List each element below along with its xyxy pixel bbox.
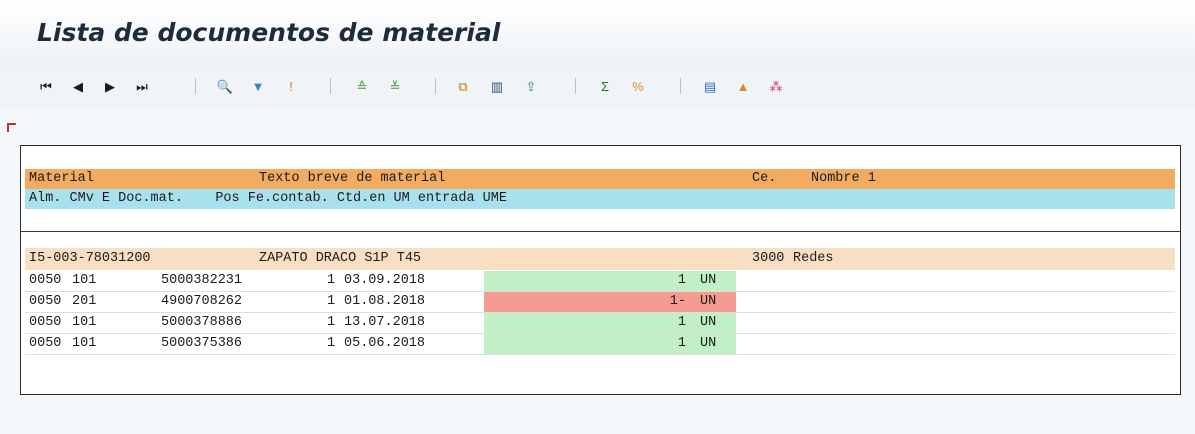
divider	[21, 231, 1180, 232]
filter-button[interactable]: ▼	[248, 76, 268, 96]
quantity-value: 1-	[669, 294, 686, 309]
document-position: 1	[327, 294, 336, 309]
quantity-cell: 1- UN	[484, 292, 736, 312]
posting-date: 01.08.2018	[344, 294, 426, 309]
chart-button[interactable]: ▲	[733, 76, 753, 96]
document-number: 4900708262	[161, 294, 243, 309]
posting-date: 13.07.2018	[344, 315, 426, 330]
toolbar-separator	[575, 78, 576, 94]
toolbar-separator	[195, 78, 196, 94]
movement-type: 101	[72, 273, 97, 288]
table-row[interactable]: 1 UN 0050 101 5000375386 1 05.06.2018	[25, 334, 1175, 355]
layout-button[interactable]: ▤	[700, 76, 720, 96]
sort-descending-button[interactable]: ≚	[385, 76, 405, 96]
abc-analysis-button[interactable]: ⁂	[766, 76, 786, 96]
table-row[interactable]: 1- UN 0050 201 4900708262 1 01.08.2018	[25, 292, 1175, 313]
next-page-button[interactable]: ▶	[100, 76, 120, 96]
unit-of-measure: UN	[700, 336, 717, 351]
table-row[interactable]: 1 UN 0050 101 5000378886 1 13.07.2018	[25, 313, 1175, 334]
material-description: ZAPATO DRACO S1P T45	[259, 251, 422, 266]
posting-date: 03.09.2018	[344, 273, 426, 288]
material-row[interactable]: I5-003-78031200 ZAPATO DRACO S1P T45 300…	[25, 248, 1175, 270]
columns-icon: ▥	[490, 78, 504, 94]
plant-name: Redes	[793, 251, 834, 266]
storage-location: 0050	[29, 273, 62, 288]
exception-button[interactable]: !	[281, 76, 301, 96]
sum-icon: Σ	[600, 78, 610, 94]
movement-type: 201	[72, 294, 97, 309]
last-page-button[interactable]: ⏭	[132, 76, 152, 96]
chart-icon: ▲	[736, 78, 750, 94]
table-row[interactable]: 1 UN 0050 101 5000382231 1 03.09.2018	[25, 271, 1175, 292]
exception-icon: !	[289, 78, 293, 94]
next-page-icon: ▶	[105, 78, 115, 94]
first-page-icon: ⏮	[40, 78, 52, 94]
find-icon: 🔍	[216, 78, 234, 94]
sort-ascending-button[interactable]: ≙	[352, 76, 372, 96]
toolbar-separator	[330, 78, 331, 94]
posting-date: 05.06.2018	[344, 336, 426, 351]
sort-ascending-icon: ≙	[356, 78, 368, 94]
col-doc-headers: Alm. CMv E Doc.mat. Pos Fe.contab. Ctd.e…	[29, 191, 507, 206]
unit-of-measure: UN	[700, 273, 717, 288]
quantity-cell: 1 UN	[484, 271, 736, 291]
toolbar-separator	[435, 78, 436, 94]
document-position: 1	[327, 336, 336, 351]
layout-icon: ▤	[703, 78, 717, 94]
material-number: I5-003-78031200	[29, 251, 151, 266]
material-documents-list: Material Texto breve de material Ce. Nom…	[20, 145, 1181, 395]
columns-button[interactable]: ▥	[487, 76, 507, 96]
col-plant: Ce.	[752, 171, 777, 186]
title-bar: Lista de documentos de material	[0, 0, 1195, 66]
subtotal-button[interactable]: %	[628, 76, 648, 96]
unit-of-measure: UN	[700, 315, 717, 330]
previous-page-icon: ◀	[73, 78, 83, 94]
movement-type: 101	[72, 336, 97, 351]
subtotal-icon: %	[632, 78, 644, 94]
export-icon: ⇪	[525, 78, 537, 94]
quantity-value: 1	[677, 336, 686, 351]
copy-button[interactable]: ⧉	[453, 76, 473, 96]
cursor-marker	[7, 123, 9, 132]
toolbar-separator	[680, 78, 681, 94]
application-toolbar: ⏮ ◀ ▶ ⏭ 🔍 ▼! ≙ ≚ ⧉ ▥ ⇪ Σ% ▤ ▲ ⁂	[0, 66, 1195, 106]
export-button[interactable]: ⇪	[521, 76, 541, 96]
col-name: Nombre 1	[811, 171, 876, 186]
storage-location: 0050	[29, 294, 62, 309]
plant-code: 3000	[752, 251, 785, 266]
col-material: Material	[29, 171, 94, 186]
copy-icon: ⧉	[458, 78, 468, 94]
unit-of-measure: UN	[700, 294, 717, 309]
quantity-cell: 1 UN	[484, 334, 736, 354]
quantity-value: 1	[677, 315, 686, 330]
document-number: 5000382231	[161, 273, 243, 288]
first-page-button[interactable]: ⏮	[36, 76, 56, 96]
storage-location: 0050	[29, 315, 62, 330]
document-number: 5000375386	[161, 336, 243, 351]
storage-location: 0050	[29, 336, 62, 351]
document-position: 1	[327, 315, 336, 330]
filter-icon: ▼	[251, 78, 265, 94]
sum-button[interactable]: Σ	[595, 76, 615, 96]
quantity-value: 1	[677, 273, 686, 288]
find-button[interactable]: 🔍	[215, 76, 235, 96]
col-material-text: Texto breve de material	[259, 171, 446, 186]
last-page-icon: ⏭	[136, 78, 148, 94]
abc-analysis-icon: ⁂	[769, 78, 783, 94]
previous-page-button[interactable]: ◀	[68, 76, 88, 96]
document-number: 5000378886	[161, 315, 243, 330]
quantity-cell: 1 UN	[484, 313, 736, 333]
movement-type: 101	[72, 315, 97, 330]
header-row-2: Alm. CMv E Doc.mat. Pos Fe.contab. Ctd.e…	[25, 189, 1175, 209]
sort-descending-icon: ≚	[389, 78, 401, 94]
header-row-1: Material Texto breve de material Ce. Nom…	[25, 169, 1175, 189]
document-position: 1	[327, 273, 336, 288]
page-title: Lista de documentos de material	[37, 18, 501, 47]
